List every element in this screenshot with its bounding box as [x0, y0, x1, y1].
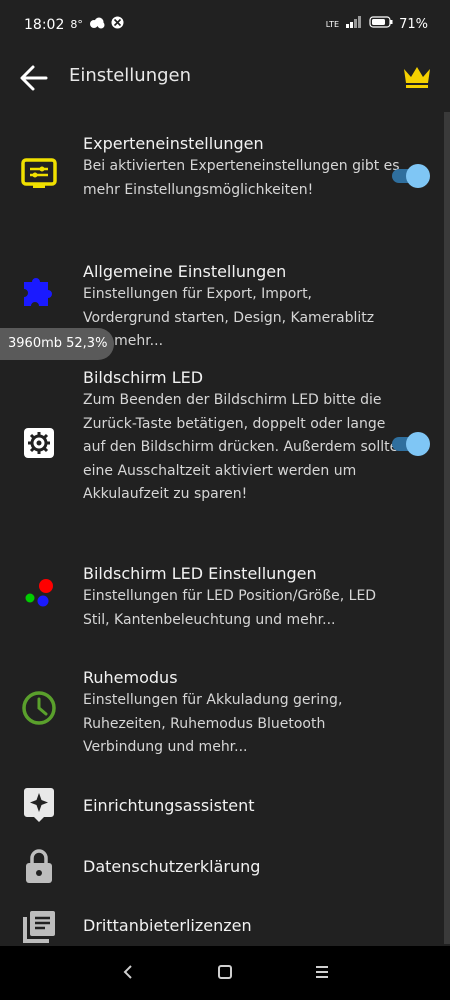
status-right: LTE 71%: [326, 16, 428, 32]
item-title: Drittanbieterlizenzen: [83, 916, 252, 935]
item-title: Allgemeine Einstellungen: [83, 262, 287, 281]
bildschirm-led-toggle[interactable]: [392, 432, 430, 456]
item-description: Einstellungen für Export, Import, Vorder…: [83, 286, 375, 349]
nav-home-icon[interactable]: [213, 960, 237, 984]
list-item-experteneinstellungen[interactable]: Experteneinstellungen Bei aktivierten Ex…: [0, 130, 440, 230]
experteneinstellungen-toggle[interactable]: [392, 164, 430, 188]
status-bar: 18:02 8° LTE 71%: [0, 0, 450, 50]
item-description: Zum Beenden der Bildschirm LED bitte die…: [83, 392, 399, 502]
clock-icon: [20, 689, 58, 727]
toggle-thumb: [406, 164, 430, 188]
item-description: Bei aktivierten Experteneinstellungen gi…: [83, 158, 400, 198]
app-bar: Einstellungen: [0, 50, 450, 106]
gear-icon: [20, 424, 58, 462]
list-item-bildschirm-led-einstellungen[interactable]: Bildschirm LED Einstellungen Einstellung…: [0, 560, 440, 635]
scrollbar[interactable]: [444, 112, 450, 944]
item-title: Ruhemodus: [83, 668, 178, 687]
item-title: Datenschutzerklärung: [83, 857, 261, 876]
list-item-allgemeine-einstellungen[interactable]: Allgemeine Einstellungen Einstellungen f…: [0, 258, 440, 349]
library-icon: [20, 908, 58, 946]
item-description: Einstellungen für LED Position/Größe, LE…: [83, 588, 377, 628]
lock-icon: [20, 847, 58, 885]
navigation-bar: [0, 946, 450, 1000]
item-title: Bildschirm LED Einstellungen: [83, 564, 317, 583]
memory-overlay-badge[interactable]: 3960mb 52,3%: [0, 328, 114, 360]
item-title: Experteneinstellungen: [83, 134, 264, 153]
puzzle-icon: [20, 272, 58, 310]
battery-icon: [369, 16, 393, 32]
item-title: Bildschirm LED: [83, 368, 204, 387]
status-temp: 8°: [70, 18, 83, 31]
list-item-einrichtungsassistent[interactable]: Einrichtungsassistent: [0, 784, 440, 830]
status-left: 18:02 8°: [24, 16, 124, 33]
battery-percent: 71%: [399, 16, 428, 32]
nav-back-icon[interactable]: [116, 960, 140, 984]
crown-icon[interactable]: [402, 64, 432, 90]
settings-panel-icon: [20, 155, 58, 193]
signal-icon: [345, 16, 363, 32]
list-item-datenschutzerklaerung[interactable]: Datenschutzerklärung: [0, 845, 440, 891]
color-dots-icon: [20, 576, 58, 614]
list-item-drittanbieterlizenzen[interactable]: Drittanbieterlizenzen: [0, 906, 440, 948]
toggle-thumb: [406, 432, 430, 456]
item-title: Einrichtungsassistent: [83, 796, 255, 815]
sparkle-icon: [20, 786, 58, 824]
item-description: Einstellungen für Akkuladung gering, Ruh…: [83, 692, 343, 755]
network-label: LTE: [325, 19, 340, 29]
list-item-ruhemodus[interactable]: Ruhemodus Einstellungen für Akkuladung g…: [0, 664, 440, 764]
page-title: Einstellungen: [69, 65, 192, 86]
cloud-icon: [89, 17, 105, 33]
xbox-icon: [111, 16, 124, 33]
nav-menu-icon[interactable]: [310, 960, 334, 984]
list-item-bildschirm-led[interactable]: Bildschirm LED Zum Beenden der Bildschir…: [0, 364, 440, 529]
arrow-back-icon[interactable]: [16, 60, 52, 96]
status-time: 18:02: [24, 16, 65, 33]
